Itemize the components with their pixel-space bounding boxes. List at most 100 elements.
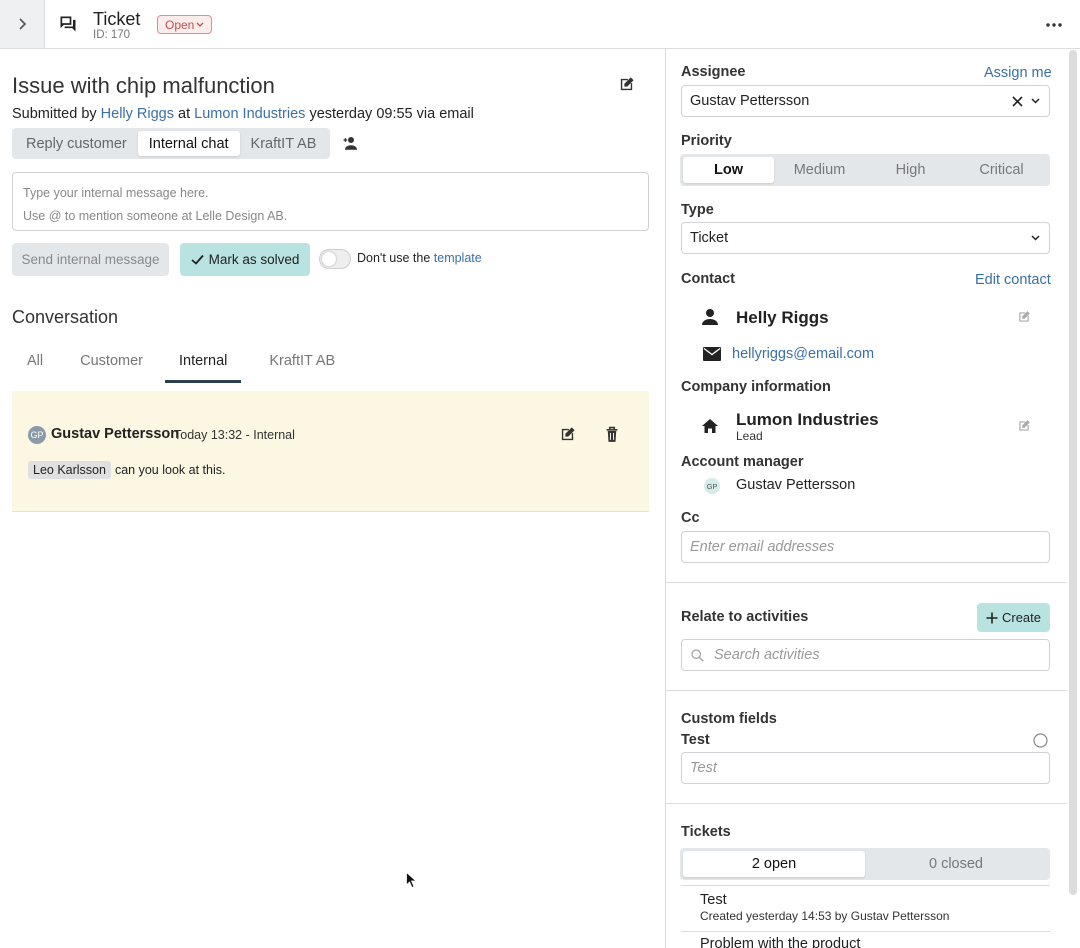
toggle-knob: [322, 252, 336, 266]
clear-icon[interactable]: [1012, 96, 1023, 107]
list-item[interactable]: Test Created yesterday 14:53 by Gustav P…: [681, 886, 1050, 931]
ticket-item-title: Problem with the product: [700, 936, 861, 948]
search-icon: [691, 649, 704, 662]
custom-field-placeholder: Test: [690, 760, 717, 776]
tab-reply-customer[interactable]: Reply customer: [15, 131, 138, 156]
mark-as-solved-button[interactable]: Mark as solved: [180, 243, 310, 276]
edit-contact-link[interactable]: Edit contact: [975, 272, 1051, 288]
ticket-item-subtitle: Created yesterday 14:53 by Gustav Petter…: [700, 909, 950, 923]
template-toggle-label: Don't use the template: [357, 251, 482, 265]
tab-all[interactable]: All: [12, 339, 58, 383]
chevron-down-icon: [1031, 235, 1040, 241]
company-link[interactable]: Lumon Industries: [194, 106, 305, 122]
ticket-subject: Issue with chip malfunction: [12, 73, 275, 98]
priority-medium[interactable]: Medium: [774, 157, 865, 183]
message-body: Leo Karlsson can you look at this.: [28, 461, 225, 479]
edit-subject-button[interactable]: [618, 76, 635, 93]
submitter-link[interactable]: Helly Riggs: [101, 106, 174, 122]
internal-message-input[interactable]: Type your internal message here. Use @ t…: [12, 172, 649, 231]
cc-input[interactable]: Enter email addresses: [681, 531, 1050, 563]
add-participant-button[interactable]: [342, 135, 360, 151]
assign-me-link[interactable]: Assign me: [984, 65, 1052, 81]
custom-field-test-input[interactable]: Test: [681, 752, 1050, 784]
avatar: GP: [704, 478, 720, 494]
contact-email-link[interactable]: hellyriggs@email.com: [732, 346, 874, 362]
conversation-tabs: All Customer Internal KraftIT AB: [12, 339, 349, 383]
account-manager-name: Gustav Pettersson: [736, 477, 856, 493]
chat-bubbles-icon: [58, 14, 78, 34]
company-name: Lumon Industries: [736, 410, 879, 429]
relate-activities-label: Relate to activities: [681, 609, 809, 625]
create-activity-button[interactable]: Create: [977, 603, 1050, 632]
type-select[interactable]: Ticket: [681, 222, 1050, 254]
status-label: Open: [165, 17, 195, 32]
chevron-down-icon: [1031, 98, 1040, 104]
person-add-icon: [342, 135, 360, 151]
contact-label: Contact: [681, 271, 735, 287]
assignee-label: Assignee: [681, 64, 746, 80]
tickets-open-tab[interactable]: 2 open: [683, 851, 865, 877]
top-bar: Ticket ID: 170 Open: [0, 0, 1080, 49]
circle-icon[interactable]: [1033, 733, 1048, 748]
tab-kraftit[interactable]: KraftIT AB: [240, 131, 328, 156]
section-divider: [666, 690, 1067, 691]
ticket-id: ID: 170: [93, 29, 131, 41]
ticket-main: Issue with chip malfunction Submitted by…: [0, 49, 665, 948]
assignee-select[interactable]: Gustav Pettersson: [681, 85, 1050, 117]
tab-customer[interactable]: Customer: [58, 339, 165, 383]
template-prefix: Don't use the: [357, 251, 431, 265]
cc-label: Cc: [681, 510, 700, 526]
priority-critical[interactable]: Critical: [956, 157, 1047, 183]
trash-icon: [604, 426, 620, 443]
section-divider: [666, 803, 1067, 804]
tickets-closed-tab[interactable]: 0 closed: [865, 851, 1047, 877]
template-toggle[interactable]: [319, 249, 351, 269]
avatar: GP: [28, 426, 46, 444]
email-icon: [703, 347, 721, 361]
tab-kraftit-ab[interactable]: KraftIT AB: [241, 339, 349, 383]
submitted-time: yesterday 09:55 via email: [309, 106, 474, 122]
details-scrollbar[interactable]: [1069, 50, 1077, 895]
assignee-value: Gustav Pettersson: [690, 93, 810, 109]
edit-contact-icon[interactable]: [1017, 310, 1031, 324]
mouse-cursor-icon: [406, 872, 417, 888]
tab-internal[interactable]: Internal: [164, 339, 242, 383]
ticket-item-title: Test: [700, 892, 727, 908]
priority-label: Priority: [681, 133, 732, 149]
edit-icon: [618, 76, 635, 93]
send-internal-message-button[interactable]: Send internal message: [12, 243, 169, 276]
message-text: can you look at this.: [114, 463, 226, 477]
create-label: Create: [1001, 610, 1042, 625]
edit-icon: [559, 426, 576, 443]
type-label: Type: [681, 202, 714, 218]
tickets-label: Tickets: [681, 824, 731, 840]
conversation-heading: Conversation: [12, 307, 119, 327]
message-author: Gustav Pettersson: [51, 426, 180, 442]
sidebar-toggle-button[interactable]: [0, 0, 45, 48]
priority-low[interactable]: Low: [683, 157, 774, 183]
contact-name: Helly Riggs: [736, 308, 829, 327]
search-activities-input[interactable]: Search activities: [681, 639, 1050, 671]
delete-message-button[interactable]: [604, 426, 620, 443]
edit-company-icon[interactable]: [1017, 419, 1031, 433]
list-item[interactable]: Problem with the product: [681, 932, 1050, 948]
company-status: Lead: [736, 429, 763, 443]
message-item: GP Gustav Pettersson Today 13:32 - Inter…: [12, 391, 649, 512]
ellipsis-icon: [1046, 23, 1062, 27]
search-placeholder: Search activities: [714, 647, 820, 663]
mark-as-solved-label: Mark as solved: [208, 252, 300, 267]
message-placeholder-line2: Use @ to mention someone at Lelle Design…: [23, 209, 288, 223]
message-meta: Today 13:32 - Internal: [174, 428, 295, 442]
mention-chip[interactable]: Leo Karlsson: [28, 461, 111, 479]
more-options-button[interactable]: [1040, 14, 1068, 36]
template-link[interactable]: template: [434, 251, 482, 265]
tickets-filter: 2 open 0 closed: [680, 848, 1050, 880]
cc-placeholder: Enter email addresses: [690, 539, 835, 555]
edit-message-button[interactable]: [559, 426, 576, 443]
submitted-at-word: at: [178, 106, 191, 122]
status-badge[interactable]: Open: [157, 15, 213, 34]
priority-high[interactable]: High: [865, 157, 956, 183]
home-icon: [702, 419, 718, 433]
submitted-prefix: Submitted by: [12, 106, 97, 122]
tab-internal-chat[interactable]: Internal chat: [137, 131, 240, 156]
